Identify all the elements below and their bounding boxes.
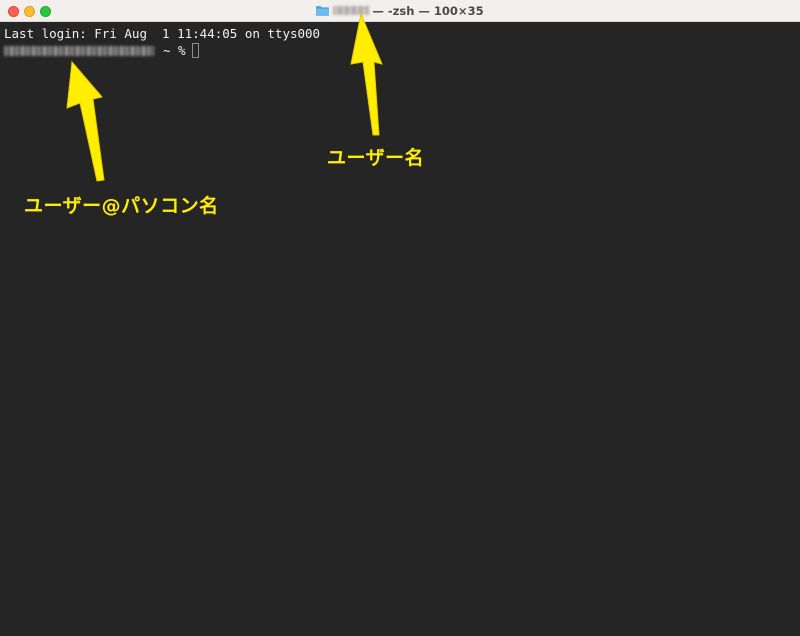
title-text: — -zsh — 100×35 [372,3,484,18]
text-cursor [191,43,199,58]
prompt-symbol: ~ % [163,43,186,58]
title-bar[interactable]: — -zsh — 100×35 [0,0,800,22]
terminal-content[interactable]: Last login: Fri Aug 1 11:44:05 on ttys00… [0,22,800,636]
blurred-user-host [4,45,154,56]
annotation-username-label: ユーザー名 [327,147,425,169]
folder-icon [316,6,330,16]
last-login-line: Last login: Fri Aug 1 11:44:05 on ttys00… [4,26,321,41]
annotation-user-host-label: ユーザー@パソコン名 [24,195,219,217]
window-title: — -zsh — 100×35 [0,0,800,21]
blurred-username [333,6,370,15]
prompt-line: ~ % [4,42,800,59]
terminal-window: — -zsh — 100×35 Last login: Fri Aug 1 11… [0,0,800,636]
